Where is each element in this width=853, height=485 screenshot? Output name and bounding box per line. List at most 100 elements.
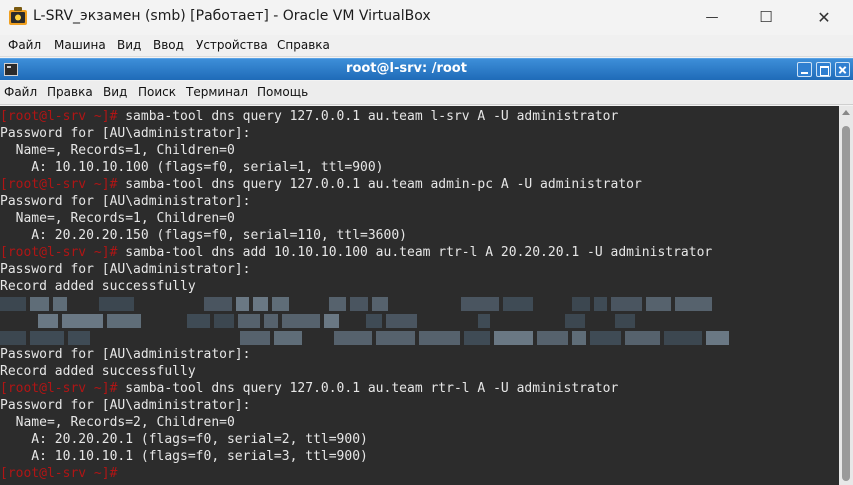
command-text: samba-tool dns query 127.0.0.1 au.team l… (117, 109, 619, 124)
terminal-output[interactable]: [root@l-srv ~]# samba-tool dns query 127… (0, 106, 839, 485)
output-line: Name=, Records=1, Children=0 (0, 210, 235, 227)
redaction-block (0, 297, 26, 311)
scroll-thumb[interactable] (842, 126, 850, 481)
redaction-block (236, 297, 249, 311)
vbox-menu-bar: Файл Машина Вид Ввод Устройства Справка (0, 35, 853, 57)
redacted-line (0, 295, 760, 312)
output-text: Name=, Records=1, Children=0 (0, 211, 235, 226)
redaction-block (664, 331, 702, 345)
redaction-block (494, 331, 533, 345)
terminal-title: root@l-srv: /root (346, 61, 467, 76)
vbox-menu-devices[interactable]: Устройства (196, 38, 268, 52)
close-icon: ✕ (817, 7, 831, 27)
terminal-menu-search[interactable]: Поиск (138, 85, 176, 99)
shell-prompt: [root@l-srv ~]# (0, 177, 118, 192)
redaction-block (334, 331, 372, 345)
terminal-minimize-icon[interactable] (797, 62, 812, 77)
output-line: A: 20.20.20.150 (flags=f0, serial=110, t… (0, 227, 407, 244)
redaction-block (590, 331, 621, 345)
terminal-scrollbar[interactable] (839, 106, 853, 485)
redaction-block (611, 297, 642, 311)
scroll-up-icon[interactable] (842, 110, 850, 115)
output-text: A: 20.20.20.1 (flags=f0, serial=2, ttl=9… (0, 432, 368, 447)
terminal-menu-view[interactable]: Вид (103, 85, 127, 99)
vbox-menu-input[interactable]: Ввод (153, 38, 184, 52)
redaction-block (274, 331, 302, 345)
redaction-block (350, 297, 368, 311)
terminal-maximize-icon[interactable] (816, 62, 831, 77)
virtualbox-app-icon (9, 7, 27, 25)
output-line: Record added successfully (0, 363, 196, 380)
redaction-block (99, 297, 134, 311)
redaction-block (38, 314, 58, 328)
output-text: Record added successfully (0, 279, 196, 294)
window-title: L-SRV_экзамен (smb) [Работает] - Oracle … (33, 8, 431, 24)
redaction-block (324, 314, 339, 328)
redaction-block (187, 314, 210, 328)
redaction-block (329, 297, 346, 311)
redaction-block (264, 314, 278, 328)
redacted-line (0, 329, 760, 346)
vbox-menu-file[interactable]: Файл (8, 38, 41, 52)
redaction-block (461, 297, 499, 311)
output-line: A: 10.10.10.1 (flags=f0, serial=3, ttl=9… (0, 448, 368, 465)
terminal-menu-terminal[interactable]: Терминал (186, 85, 248, 99)
redaction-block (372, 297, 388, 311)
redaction-block (53, 297, 67, 311)
maximize-button[interactable]: ☐ (743, 0, 789, 34)
command-text: samba-tool dns query 127.0.0.1 au.team a… (117, 177, 642, 192)
command-text: samba-tool dns add 10.10.10.100 au.team … (117, 245, 713, 260)
redaction-block (675, 297, 712, 311)
terminal-close-icon[interactable] (835, 62, 850, 77)
minimize-button[interactable]: — (689, 0, 735, 34)
output-line: Password for [AU\administrator]: (0, 193, 250, 210)
command-line: [root@l-srv ~]# samba-tool dns query 127… (0, 108, 618, 125)
shell-prompt: [root@l-srv ~]# (0, 466, 118, 481)
redaction-block (240, 331, 270, 345)
redaction-block (30, 297, 49, 311)
terminal-menu-edit[interactable]: Правка (47, 85, 93, 99)
vbox-menu-machine[interactable]: Машина (54, 38, 106, 52)
command-line: [root@l-srv ~]# samba-tool dns add 10.10… (0, 244, 712, 261)
output-line: A: 20.20.20.1 (flags=f0, serial=2, ttl=9… (0, 431, 368, 448)
output-text: Password for [AU\administrator]: (0, 126, 251, 141)
output-text: A: 10.10.10.100 (flags=f0, serial=1, ttl… (0, 160, 384, 175)
redaction-block (503, 297, 533, 311)
redaction-block (62, 314, 103, 328)
command-text: samba-tool dns query 127.0.0.1 au.team r… (117, 381, 619, 396)
redaction-block (238, 314, 260, 328)
output-line: A: 10.10.10.100 (flags=f0, serial=1, ttl… (0, 159, 384, 176)
vbox-menu-help[interactable]: Справка (277, 38, 330, 52)
redaction-block (107, 314, 141, 328)
redaction-block (204, 297, 232, 311)
redaction-block (30, 331, 64, 345)
redaction-block (572, 297, 590, 311)
output-text: Record added successfully (0, 364, 196, 379)
close-button[interactable]: ✕ (801, 0, 847, 34)
shell-prompt: [root@l-srv ~]# (0, 245, 118, 260)
shell-prompt: [root@l-srv ~]# (0, 381, 118, 396)
terminal-menu-file[interactable]: Файл (4, 85, 37, 99)
redaction-block (376, 331, 415, 345)
redaction-block (282, 314, 320, 328)
output-line: Name=, Records=2, Children=0 (0, 414, 235, 431)
terminal-menu-help[interactable]: Помощь (257, 85, 308, 99)
output-text: Password for [AU\administrator]: (0, 262, 251, 277)
redaction-block (464, 331, 490, 345)
redaction-block (615, 314, 635, 328)
output-text: Password for [AU\administrator]: (0, 347, 251, 362)
output-line: Password for [AU\administrator]: (0, 125, 250, 142)
shell-prompt: [root@l-srv ~]# (0, 109, 118, 124)
output-line: Password for [AU\administrator]: (0, 261, 250, 278)
command-line: [root@l-srv ~]# samba-tool dns query 127… (0, 176, 642, 193)
redaction-block (478, 314, 490, 328)
output-text: Name=, Records=1, Children=0 (0, 143, 235, 158)
output-text: A: 10.10.10.1 (flags=f0, serial=3, ttl=9… (0, 449, 368, 464)
redaction-block (419, 331, 460, 345)
minimize-icon: — (705, 9, 719, 25)
redaction-block (0, 331, 26, 345)
output-text: Password for [AU\administrator]: (0, 398, 251, 413)
vbox-menu-view[interactable]: Вид (117, 38, 141, 52)
command-line: [root@l-srv ~]# samba-tool dns query 127… (0, 380, 618, 397)
redaction-block (272, 297, 289, 311)
